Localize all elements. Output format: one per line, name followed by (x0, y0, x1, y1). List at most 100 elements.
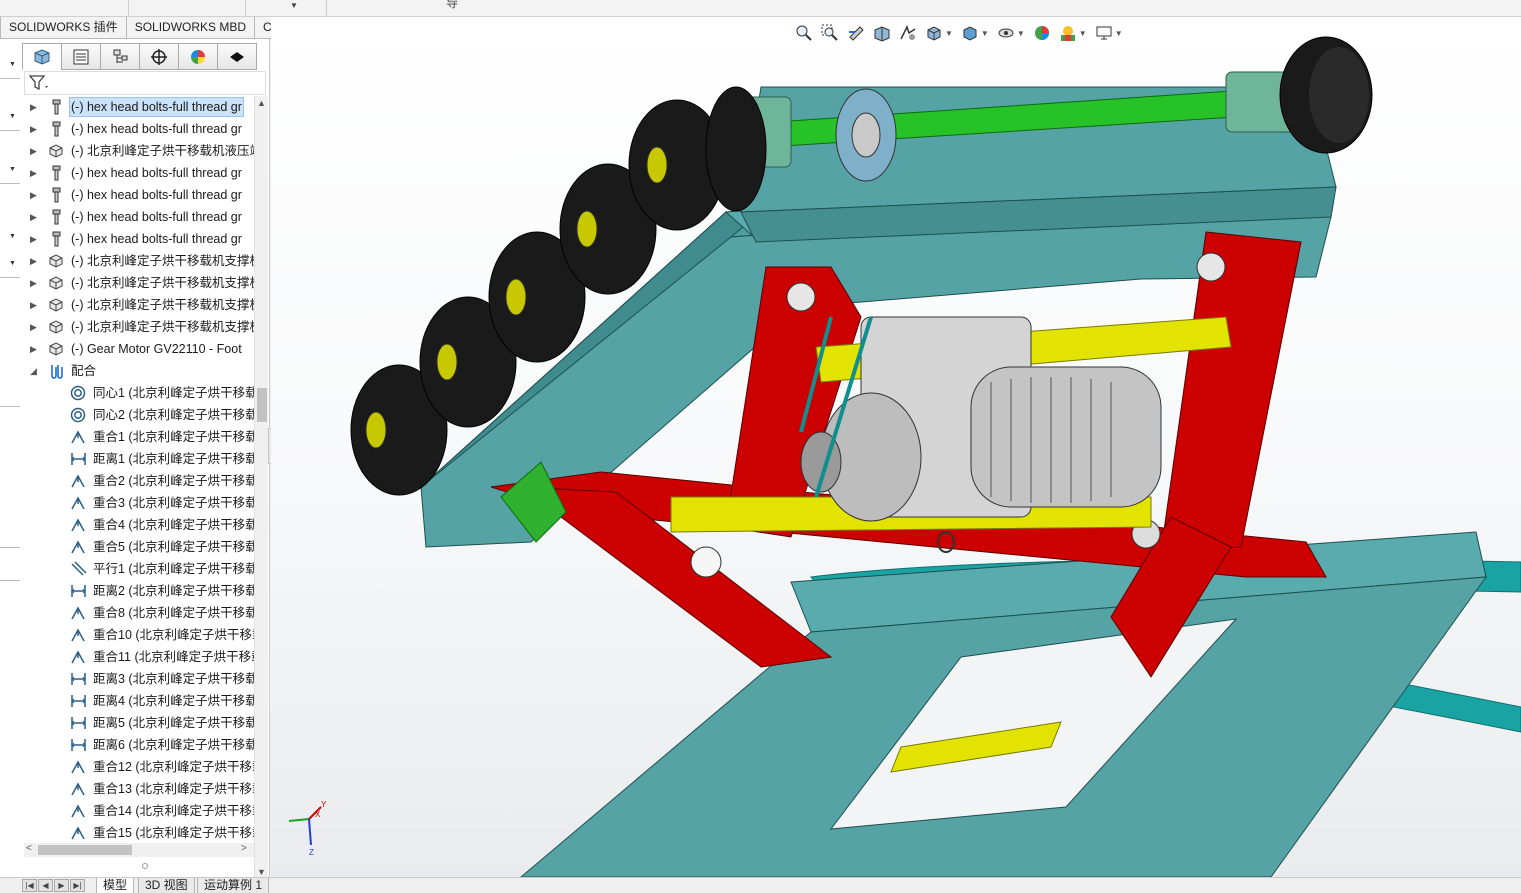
apply-scene-button[interactable] (1055, 22, 1081, 44)
chevron-right-icon[interactable]: ▶ (30, 206, 40, 228)
tab-solidworks-addins[interactable]: SOLIDWORKS 插件 (0, 17, 127, 39)
scroll-right-icon[interactable]: > (241, 843, 247, 854)
mate-item[interactable]: 重合4 (北京利峰定子烘干移载 (24, 514, 254, 536)
tree-item[interactable]: ▶ (-) 北京利峰定子烘干移载机支撑板 (24, 250, 254, 272)
tree-item[interactable]: ▶ (-) hex head bolts-full thread gr (24, 206, 254, 228)
tree-item[interactable]: ▶ (-) Gear Motor GV22110 - Foot (24, 338, 254, 360)
tab-dimxpert-manager[interactable] (139, 43, 179, 70)
last-tab-icon[interactable]: ▶| (70, 879, 85, 892)
dynamic-annotation-button[interactable] (895, 22, 921, 44)
zoom-to-area-button[interactable] (817, 22, 843, 44)
mate-item[interactable]: 重合10 (北京利峰定子烘干移载 (24, 624, 254, 646)
chevron-right-icon[interactable]: ▶ (30, 140, 40, 162)
mate-item[interactable]: 同心1 (北京利峰定子烘干移载 (24, 382, 254, 404)
tab-model[interactable]: 模型 (96, 878, 135, 893)
tree-item[interactable]: ◢ 配合 (24, 360, 254, 382)
tree-filter[interactable] (24, 71, 266, 95)
next-tab-icon[interactable]: ▶ (54, 879, 69, 892)
tree-item[interactable]: ▶ (-) hex head bolts-full thread gr (24, 118, 254, 140)
tree-item[interactable]: ▶ (-) 北京利峰定子烘干移载机支撑板 (24, 316, 254, 338)
previous-view-button[interactable] (843, 22, 869, 44)
mate-item[interactable]: 重合14 (北京利峰定子烘干移载 (24, 800, 254, 822)
chevron-right-icon[interactable]: ▶ (30, 272, 40, 294)
chevron-right-icon[interactable]: ▶ (30, 294, 40, 316)
chevron-down-icon[interactable]: ▼ (945, 29, 953, 38)
first-tab-icon[interactable]: |◀ (22, 879, 37, 892)
mate-item[interactable]: 同心2 (北京利峰定子烘干移载 (24, 404, 254, 426)
panel-splitter-handle[interactable] (142, 863, 148, 869)
chevron-down-icon[interactable]: ▼ (1115, 29, 1123, 38)
chevron-right-icon[interactable]: ▶ (30, 118, 40, 140)
tab-feature-manager[interactable] (22, 43, 62, 70)
tree-vertical-scrollbar[interactable]: ▲ ▼ (254, 96, 268, 883)
tab-configuration-manager[interactable] (100, 43, 140, 70)
chevron-down-icon[interactable]: ◢ (30, 360, 40, 382)
graphics-area[interactable]: ▼ ▼ ▼ ▼ ▼ Y X Z (271, 17, 1521, 877)
chevron-down-icon[interactable]: ▼ (9, 61, 16, 68)
assembly-3d-model[interactable] (271, 17, 1521, 877)
hide-show-items-button[interactable] (993, 22, 1019, 44)
mate-item[interactable]: 重合2 (北京利峰定子烘干移载 (24, 470, 254, 492)
mate-item[interactable]: 重合8 (北京利峰定子烘干移载 (24, 602, 254, 624)
mate-item[interactable]: 距离1 (北京利峰定子烘干移载 (24, 448, 254, 470)
tree-item-label: 距离6 (北京利峰定子烘干移载 (93, 738, 254, 752)
chevron-down-icon[interactable]: ▼ (9, 166, 16, 173)
scroll-up-icon[interactable]: ▲ (257, 98, 266, 108)
tab-cam-manager[interactable] (217, 43, 257, 70)
chevron-down-icon[interactable]: ▼ (1079, 29, 1087, 38)
chevron-down-icon[interactable]: ▼ (9, 233, 16, 240)
mate-item[interactable]: 重合5 (北京利峰定子烘干移载 (24, 536, 254, 558)
chevron-down-icon[interactable]: ▼ (1017, 29, 1025, 38)
tree-item[interactable]: ▶ (-) 北京利峰定子烘干移载机支撑板 (24, 272, 254, 294)
annotation-view-icon (900, 25, 916, 40)
chevron-right-icon[interactable]: ▶ (30, 184, 40, 206)
mate-item[interactable]: 距离5 (北京利峰定子烘干移载 (24, 712, 254, 734)
section-view-button[interactable] (869, 22, 895, 44)
mate-item[interactable]: 重合11 (北京利峰定子烘干移载 (24, 646, 254, 668)
mate-item[interactable]: 重合15 (北京利峰定子烘干移载 (24, 822, 254, 841)
mate-item[interactable]: 重合13 (北京利峰定子烘干移载 (24, 778, 254, 800)
view-orientation-button[interactable] (921, 22, 947, 44)
tab-motion-study-1[interactable]: 运动算例 1 (197, 878, 270, 893)
chevron-down-icon[interactable]: ▼ (9, 113, 16, 120)
mate-item[interactable]: 重合3 (北京利峰定子烘干移载 (24, 492, 254, 514)
mate-item[interactable]: 距离4 (北京利峰定子烘干移载 (24, 690, 254, 712)
tree-horizontal-scrollbar[interactable]: < > (24, 843, 254, 857)
chevron-right-icon[interactable]: ▶ (30, 338, 40, 360)
tree-item[interactable]: ▶ (-) 北京利峰定子烘干移载机液压站 (24, 140, 254, 162)
mate-item[interactable]: 重合12 (北京利峰定子烘干移载 (24, 756, 254, 778)
chevron-down-icon[interactable]: ▼ (981, 29, 989, 38)
chevron-right-icon[interactable]: ▶ (30, 96, 40, 118)
tab-solidworks-mbd[interactable]: SOLIDWORKS MBD (125, 17, 256, 39)
tree-item[interactable]: ▶ (-) hex head bolts-full thread gr (24, 228, 254, 250)
tree-item[interactable]: ▶ (-) hex head bolts-full thread gr (24, 162, 254, 184)
chevron-down-icon[interactable]: ▼ (9, 260, 16, 267)
previous-tab-icon[interactable]: ◀ (38, 879, 53, 892)
mate-item[interactable]: 距离3 (北京利峰定子烘干移载 (24, 668, 254, 690)
display-style-button[interactable] (957, 22, 983, 44)
chevron-right-icon[interactable]: ▶ (30, 228, 40, 250)
mate-item[interactable]: 重合1 (北京利峰定子烘干移载 (24, 426, 254, 448)
scroll-down-icon[interactable]: ▼ (257, 867, 266, 877)
scrollbar-thumb[interactable] (38, 845, 132, 855)
mate-item[interactable]: 平行1 (北京利峰定子烘干移载 (24, 558, 254, 580)
divider (0, 547, 20, 548)
part-cube-icon (34, 48, 50, 65)
view-settings-button[interactable] (1091, 22, 1117, 44)
mate-item[interactable]: 距离2 (北京利峰定子烘干移载 (24, 580, 254, 602)
tab-display-manager[interactable] (178, 43, 218, 70)
edit-appearance-button[interactable] (1029, 22, 1055, 44)
zoom-to-fit-button[interactable] (791, 22, 817, 44)
scroll-left-icon[interactable]: < (26, 843, 32, 854)
tree-item[interactable]: ▶ (-) hex head bolts-full thread gr (24, 96, 254, 118)
mate-item[interactable]: 距离6 (北京利峰定子烘干移载 (24, 734, 254, 756)
tab-property-manager[interactable] (61, 43, 101, 70)
chevron-right-icon[interactable]: ▶ (30, 316, 40, 338)
scrollbar-thumb[interactable] (257, 388, 267, 422)
ribbon-dropdown-icon[interactable]: ▼ (290, 1, 298, 10)
tree-item[interactable]: ▶ (-) 北京利峰定子烘干移载机支撑板 (24, 294, 254, 316)
tab-3d-view[interactable]: 3D 视图 (138, 878, 195, 893)
tree-item[interactable]: ▶ (-) hex head bolts-full thread gr (24, 184, 254, 206)
chevron-right-icon[interactable]: ▶ (30, 162, 40, 184)
chevron-right-icon[interactable]: ▶ (30, 250, 40, 272)
